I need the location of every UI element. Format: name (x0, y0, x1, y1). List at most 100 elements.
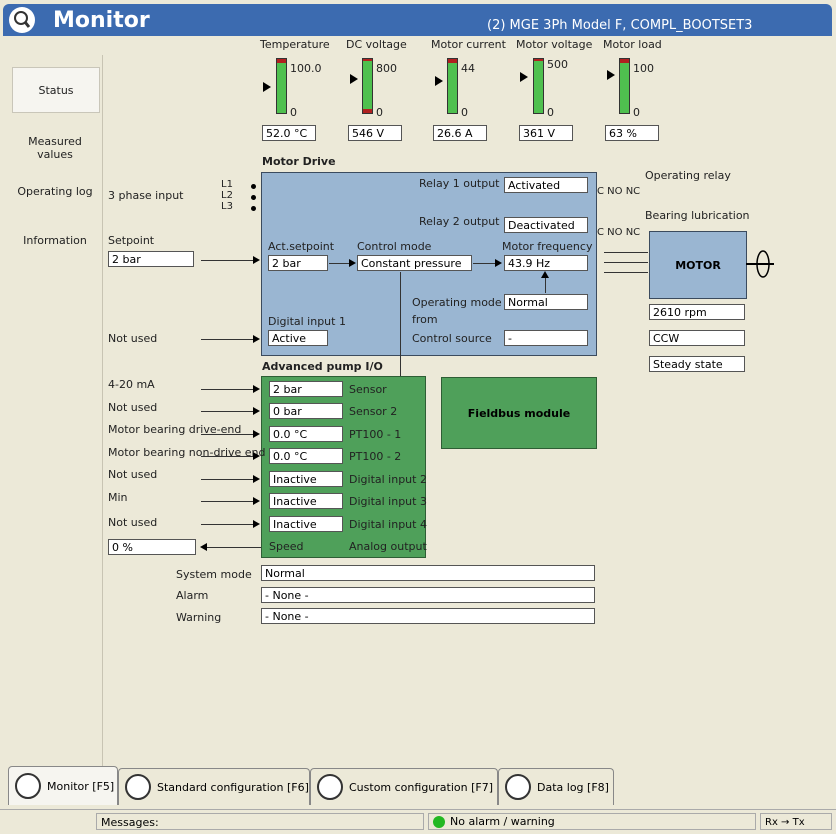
system-mode-value: Normal (261, 565, 595, 581)
motor-box: MOTOR (649, 231, 747, 299)
phase-label: L1 (221, 179, 233, 190)
dc-voltage-value: 546 V (348, 125, 402, 141)
switch-icon (201, 501, 253, 502)
messages-field: Messages: (96, 813, 424, 830)
io-value: 0.0 °C (269, 426, 343, 442)
motor-drive-title: Motor Drive (262, 155, 336, 168)
connector-line (604, 262, 648, 263)
gauge-max: 500 (547, 58, 568, 71)
gauge-label: Motor current (431, 38, 506, 51)
io-value: 2 bar (269, 381, 343, 397)
temperature-value: 52.0 °C (262, 125, 316, 141)
motor-current-gauge (447, 58, 458, 114)
connector-line (201, 411, 253, 412)
arrow-icon (541, 271, 549, 278)
tab-label: Custom configuration [F7] (349, 780, 494, 794)
digital-input1-label: Digital input 1 (268, 315, 346, 328)
gauge-max: 800 (376, 62, 397, 75)
setpoint-input[interactable]: 2 bar (108, 251, 194, 267)
relay2-contacts: C NO NC (597, 227, 641, 238)
connector-line (604, 272, 648, 273)
tab-data-log[interactable]: Data log [F8] (498, 768, 614, 805)
analog-output-value: 0 % (108, 539, 196, 555)
relay1-contacts: C NO NC (597, 186, 641, 197)
rotation-icon (746, 247, 776, 284)
arrow-icon (495, 259, 502, 267)
speed-label: Speed (269, 540, 304, 553)
standard-config-icon (125, 774, 151, 800)
operating-relay-label: Operating relay (645, 169, 731, 182)
switch-icon (201, 339, 253, 340)
tab-monitor[interactable]: Monitor [F5] (8, 766, 118, 805)
dc-voltage-gauge (362, 58, 373, 114)
terminal-icon (251, 206, 256, 211)
three-phase-label: 3 phase input (108, 189, 184, 202)
tab-custom-configuration[interactable]: Custom configuration [F7] (310, 768, 498, 805)
analog-output-label: Analog output (349, 540, 427, 553)
gauge-pointer-icon (607, 70, 615, 80)
gauge-label: Motor voltage (516, 38, 593, 51)
tab-label: Monitor [F5] (47, 779, 115, 793)
io-name: Sensor (349, 383, 387, 396)
search-icon (15, 773, 41, 799)
warning-value: - None - (261, 608, 595, 624)
gauge-min: 0 (461, 106, 468, 119)
motor-label: MOTOR (675, 258, 721, 272)
alarm-value: - None - (261, 587, 595, 603)
io-input-label: Min (108, 491, 128, 504)
arrow-icon (253, 497, 260, 505)
tab-label: Standard configuration [F6] (157, 780, 309, 794)
phase-label: L2 (221, 190, 233, 201)
terminal-icon (251, 184, 256, 189)
gauge-label: Motor load (603, 38, 662, 51)
alarm-status: No alarm / warning (428, 813, 756, 830)
connector-line (604, 252, 648, 253)
arrow-icon (253, 385, 260, 393)
status-ok-icon (433, 815, 445, 828)
motor-rpm: 2610 rpm (649, 304, 745, 320)
fieldbus-module-box: Fieldbus module (441, 377, 597, 449)
gauge-min: 0 (633, 106, 640, 119)
op-mode-label: Operating mode (412, 296, 502, 309)
alarm-status-text: No alarm / warning (450, 815, 555, 828)
advanced-io-title: Advanced pump I/O (262, 360, 383, 373)
tab-standard-configuration[interactable]: Standard configuration [F6] (118, 768, 310, 805)
gauge-min: 0 (290, 106, 297, 119)
io-value: Inactive (269, 471, 343, 487)
rx-tx-indicator: Rx → Tx (760, 813, 832, 830)
gauge-pointer-icon (520, 72, 528, 82)
arrow-icon (253, 452, 260, 460)
system-mode-label: System mode (176, 568, 252, 581)
relay2-value: Deactivated (504, 217, 588, 233)
act-setpoint-value: 2 bar (268, 255, 328, 271)
motor-load-gauge (619, 58, 630, 114)
messages-label: Messages: (101, 816, 159, 829)
alarm-label: Alarm (176, 589, 209, 602)
connector-line (473, 263, 495, 264)
gauge-max: 100.0 (290, 62, 322, 75)
connector-line (400, 272, 401, 390)
switch-icon (201, 479, 253, 480)
gauge-pointer-icon (435, 76, 443, 86)
io-value: 0 bar (269, 403, 343, 419)
io-name: PT100 - 2 (349, 450, 402, 463)
switch-icon (201, 524, 253, 525)
gauge-max: 44 (461, 62, 475, 75)
tab-bar: Monitor [F5] Standard configuration [F6]… (4, 766, 832, 806)
io-input-label: 4-20 mA (108, 378, 155, 391)
connector-line (201, 434, 253, 435)
io-input-label: Not used (108, 401, 158, 414)
io-input-label: Not used (108, 468, 158, 481)
connector-line (201, 260, 253, 261)
phase-label: L3 (221, 201, 233, 212)
relay1-label: Relay 1 output (419, 177, 500, 190)
io-name: Digital input 2 (349, 473, 427, 486)
io-value: Inactive (269, 516, 343, 532)
rx-label: Rx (765, 817, 778, 828)
io-value: Inactive (269, 493, 343, 509)
io-name: Digital input 4 (349, 518, 427, 531)
gauge-label: Temperature (260, 38, 330, 51)
io-input-label: Not used (108, 516, 158, 529)
control-mode-value: Constant pressure (357, 255, 472, 271)
act-setpoint-label: Act.setpoint (268, 240, 335, 253)
